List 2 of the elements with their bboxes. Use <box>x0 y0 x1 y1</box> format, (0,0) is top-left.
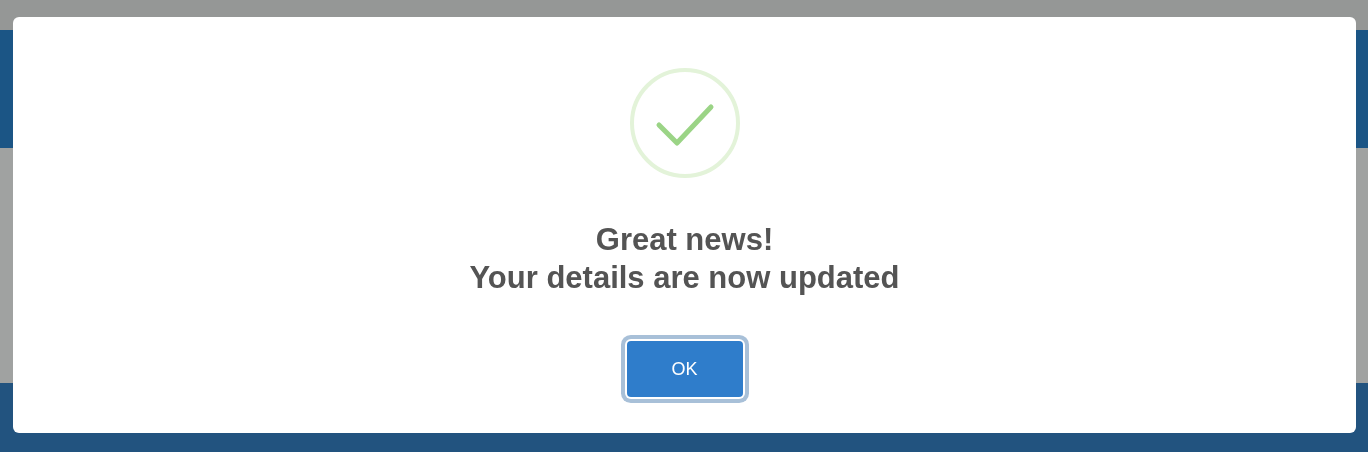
dialog-title: Great news! <box>595 221 774 259</box>
dialog-message: Your details are now updated <box>469 259 900 297</box>
